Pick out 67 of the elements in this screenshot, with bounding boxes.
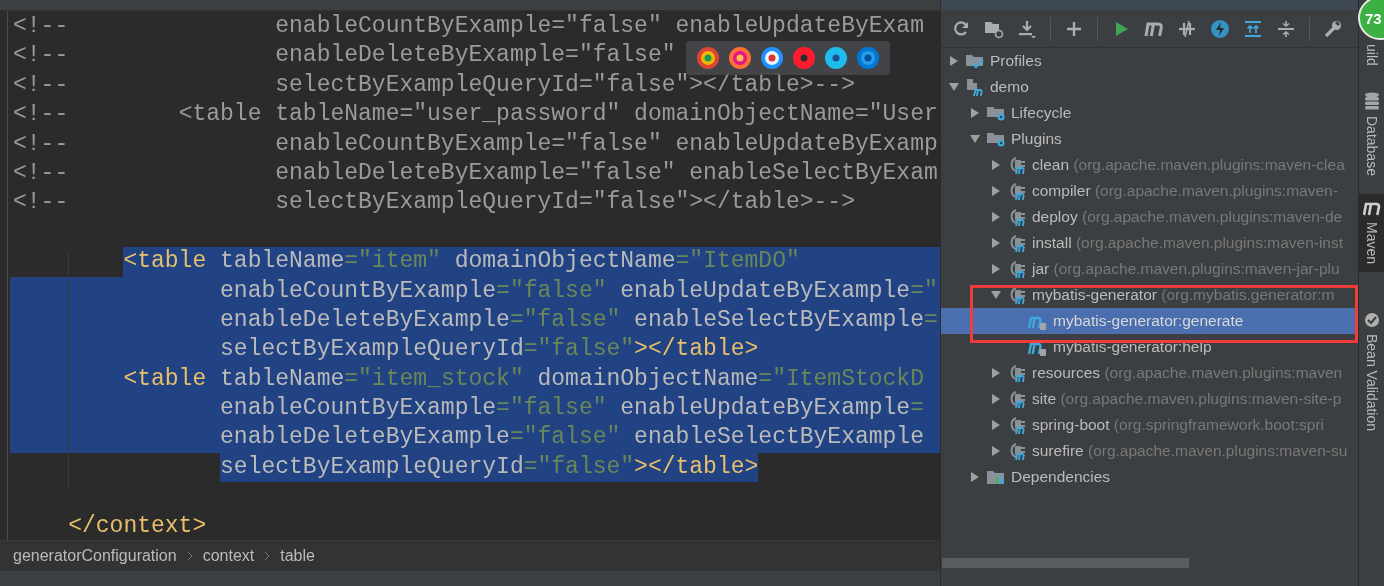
chevron-icon <box>264 551 271 561</box>
expand-arrow-icon[interactable] <box>990 185 1002 197</box>
side-tab[interactable]: Database <box>1358 83 1384 184</box>
offline-icon[interactable] <box>1177 18 1197 39</box>
browser-icon[interactable] <box>728 46 752 70</box>
expand-arrow-icon[interactable] <box>969 471 981 483</box>
folder-chart-icon <box>986 468 1006 486</box>
expand-arrow-icon[interactable] <box>990 159 1002 171</box>
tree-item[interactable]: install (org.apache.maven.plugins:maven-inst <box>941 230 1358 256</box>
tree-item[interactable]: mybatis-generator (org.mybatis.generator:m <box>941 282 1358 308</box>
browser-icon[interactable] <box>824 46 848 70</box>
tree-item[interactable]: Profiles <box>941 48 1358 74</box>
lightning-icon[interactable] <box>1210 18 1230 39</box>
expand-arrow-icon[interactable] <box>990 393 1002 405</box>
tree-item[interactable]: resources (org.apache.maven.plugins:maven <box>941 360 1358 386</box>
expand-arrow-icon[interactable] <box>990 367 1002 379</box>
tree-item[interactable]: mybatis-generator:help <box>941 334 1358 360</box>
tree-item[interactable]: compiler (org.apache.maven.plugins:maven- <box>941 178 1358 204</box>
tree-item[interactable]: spring-boot (org.springframework.boot:spri <box>941 412 1358 438</box>
code-line: <!-- selectByExampleQueryId="false"></table>--> <box>12 70 855 100</box>
expand-arrow-icon[interactable] <box>948 55 960 67</box>
code-line: <!-- enableDeleteByExample="false" <box>12 41 676 71</box>
code-line: <!-- enableCountByExample="false" enableUpdateByExam <box>12 12 924 41</box>
expand-arrow-icon[interactable] <box>990 289 1002 301</box>
code-line: <!-- enableDeleteByExample="false" enableSelectByExam <box>12 158 938 188</box>
wrench-icon[interactable] <box>1323 18 1343 39</box>
expand-arrow-icon[interactable] <box>990 237 1002 249</box>
download-icon[interactable] <box>1017 18 1037 39</box>
collapse-all-icon[interactable] <box>1276 18 1296 39</box>
tree-item[interactable]: Lifecycle <box>941 100 1358 126</box>
code-line: </context> <box>67 511 207 540</box>
browser-icon[interactable] <box>760 46 784 70</box>
tree-item[interactable]: deploy (org.apache.maven.plugins:maven-de <box>941 204 1358 230</box>
tree-item[interactable]: mybatis-generator:generate <box>941 308 1358 334</box>
chevron-icon <box>186 551 193 561</box>
side-tab[interactable]: Maven <box>1358 193 1384 272</box>
breadcrumb[interactable]: generatorConfiguration <box>13 547 177 565</box>
code-line: <!-- <table tableName="user_password" domainObjectName="User <box>12 100 938 130</box>
expand-arrow-icon[interactable] <box>990 211 1002 223</box>
scrollbar[interactable] <box>942 558 1189 568</box>
tree-item[interactable]: jar (org.apache.maven.plugins:maven-jar-plu <box>941 256 1358 282</box>
code-line: <!-- selectByExampleQueryId="false"></table>--> <box>12 188 855 218</box>
breadcrumb[interactable]: table <box>280 547 315 565</box>
maven-icon <box>1362 201 1381 216</box>
module-icon <box>965 77 985 97</box>
tree-item[interactable]: surefire (org.apache.maven.plugins:maven-su <box>941 438 1358 464</box>
tree-item[interactable]: clean (org.apache.maven.plugins:maven-clea <box>941 152 1358 178</box>
tree-item[interactable]: Plugins <box>941 126 1358 152</box>
browser-icon[interactable] <box>792 46 816 70</box>
database-icon <box>1363 91 1380 110</box>
expand-arrow-icon[interactable] <box>990 263 1002 275</box>
folder-gear-icon <box>986 130 1006 148</box>
browser-icon[interactable] <box>696 46 720 70</box>
tree-item[interactable]: demo <box>941 74 1358 100</box>
expand-arrow-icon[interactable] <box>990 419 1002 431</box>
code-line: <!-- enableCountByExample="false" enableUpdateByExamp <box>12 129 938 159</box>
expand-arrow-icon[interactable] <box>969 107 981 119</box>
expand-arrow-icon[interactable] <box>969 133 981 145</box>
expand-arrow-icon[interactable] <box>948 81 960 93</box>
side-tab[interactable]: Bean Validation <box>1358 303 1384 439</box>
expand-all-icon[interactable] <box>1243 18 1263 39</box>
tree-item[interactable]: Dependencies <box>941 464 1358 490</box>
expand-arrow-icon[interactable] <box>990 445 1002 457</box>
breadcrumb[interactable]: context <box>202 547 255 565</box>
tree-item[interactable]: site (org.apache.maven.plugins:maven-site-p <box>941 386 1358 412</box>
folder-gear-icon <box>986 104 1006 122</box>
folder-check-icon <box>965 52 985 70</box>
